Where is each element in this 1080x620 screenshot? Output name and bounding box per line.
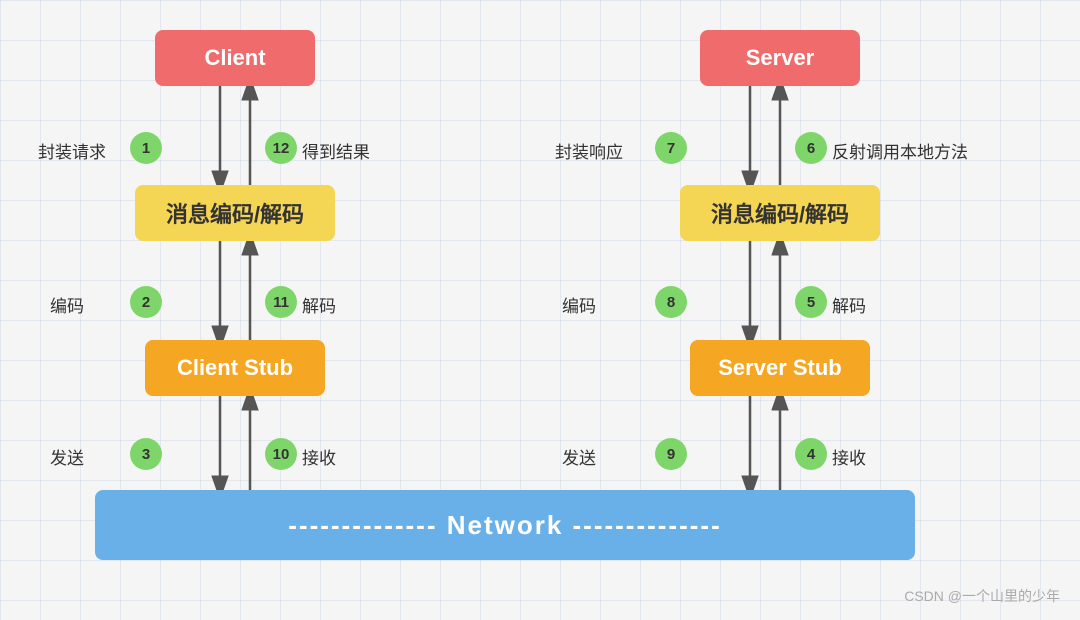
watermark: CSDN @一个山里的少年	[904, 586, 1060, 606]
badge-5: 5	[795, 286, 827, 318]
label-10: 接收	[302, 444, 336, 469]
client-stub-box: Client Stub	[145, 340, 325, 396]
badge-3: 3	[130, 438, 162, 470]
badge-4: 4	[795, 438, 827, 470]
encode-server-box: 消息编码/解码	[680, 185, 880, 241]
label-8: 编码	[562, 292, 596, 317]
label-3: 发送	[50, 444, 84, 469]
diagram-container: Client Server 消息编码/解码 消息编码/解码 Client Stu…	[0, 0, 1080, 620]
encode-server-label: 消息编码/解码	[711, 197, 849, 229]
badge-6: 6	[795, 132, 827, 164]
network-label: -------------- Network --------------	[288, 510, 721, 541]
server-stub-label: Server Stub	[718, 355, 842, 381]
label-11: 解码	[302, 292, 336, 317]
encode-client-label: 消息编码/解码	[166, 197, 304, 229]
badge-12: 12	[265, 132, 297, 164]
label-2: 编码	[50, 292, 84, 317]
client-label: Client	[204, 45, 265, 71]
client-stub-label: Client Stub	[177, 355, 293, 381]
badge-2: 2	[130, 286, 162, 318]
network-box: -------------- Network --------------	[95, 490, 915, 560]
label-5: 解码	[832, 292, 866, 317]
label-4: 接收	[832, 444, 866, 469]
server-label: Server	[746, 45, 815, 71]
encode-client-box: 消息编码/解码	[135, 185, 335, 241]
badge-9: 9	[655, 438, 687, 470]
badge-7: 7	[655, 132, 687, 164]
label-1: 封装请求	[38, 138, 106, 163]
label-7: 封装响应	[555, 138, 623, 163]
badge-10: 10	[265, 438, 297, 470]
server-box: Server	[700, 30, 860, 86]
server-stub-box: Server Stub	[690, 340, 870, 396]
badge-8: 8	[655, 286, 687, 318]
label-12: 得到结果	[302, 138, 370, 163]
badge-1: 1	[130, 132, 162, 164]
client-box: Client	[155, 30, 315, 86]
badge-11: 11	[265, 286, 297, 318]
label-9: 发送	[562, 444, 596, 469]
label-6: 反射调用本地方法	[832, 138, 968, 163]
